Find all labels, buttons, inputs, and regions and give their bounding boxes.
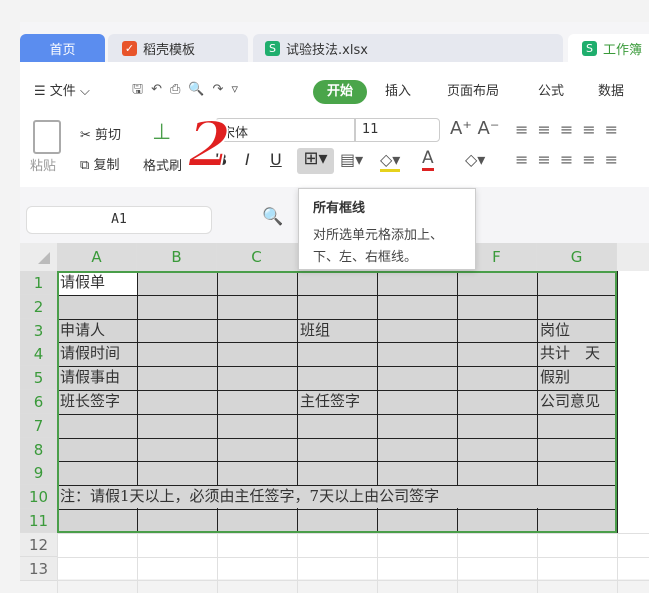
scissors-icon: ✂ <box>80 128 91 143</box>
copy-icon: ⧉ <box>80 158 90 173</box>
cell[interactable]: 班组 <box>297 319 330 343</box>
cell[interactable]: 请假单 <box>57 271 105 295</box>
name-box-value: A1 <box>111 212 127 227</box>
gridline <box>137 532 138 593</box>
font-color-button[interactable]: A <box>422 148 434 171</box>
tab-label: 首页 <box>49 42 76 58</box>
row-header[interactable]: 10 <box>20 485 57 510</box>
column-header[interactable]: G <box>537 243 617 271</box>
tab-daoke[interactable]: ✓ 稻壳模板 <box>108 34 248 62</box>
column-header[interactable]: A <box>57 243 137 271</box>
column-header[interactable]: B <box>137 243 217 271</box>
select-all-icon[interactable] <box>38 252 50 264</box>
cell[interactable]: 班长签字 <box>57 390 120 414</box>
cell[interactable]: 公司意见 <box>537 390 600 414</box>
border-line <box>617 271 618 533</box>
tooltip-body: 对所选单元格添加上、 <box>313 228 444 243</box>
row-header[interactable]: 12 <box>20 533 57 557</box>
copy-button[interactable]: ⧉ 复制 <box>80 154 119 173</box>
format-painter-icon[interactable]: ⊥ <box>152 120 171 145</box>
gridline <box>57 532 649 534</box>
s-icon: S <box>265 40 280 56</box>
copy-label: 复制 <box>93 158 120 173</box>
tooltip-title: 所有框线 <box>313 201 366 216</box>
cut-button[interactable]: ✂ 剪切 <box>80 124 121 143</box>
tab-insert[interactable]: 插入 <box>385 80 411 99</box>
cut-label: 剪切 <box>95 128 122 143</box>
fill-color-button[interactable]: ◇▾ <box>380 150 401 172</box>
cell[interactable]: 请假事由 <box>57 366 120 390</box>
tab-data[interactable]: 数据 <box>598 80 624 99</box>
gridline <box>57 556 649 558</box>
row-header[interactable]: 2 <box>20 294 57 319</box>
tab-label: 稻壳模板 <box>143 42 196 58</box>
cell[interactable]: 主任签字 <box>297 390 360 414</box>
tab-start[interactable]: 开始 <box>313 80 367 104</box>
row-header[interactable]: 13 <box>20 557 57 581</box>
row-header[interactable]: 6 <box>20 390 57 414</box>
file-label: 文件 <box>49 84 76 99</box>
daoke-icon: ✓ <box>122 40 137 56</box>
zoom-icon[interactable]: 🔍 <box>262 207 283 227</box>
paste-button[interactable]: 粘贴 <box>30 155 56 174</box>
paste-icon[interactable] <box>33 120 61 154</box>
clear-button[interactable]: ◇▾ <box>465 150 485 169</box>
tab-label: 试验技法.xlsx <box>286 42 368 58</box>
gridline <box>217 532 218 593</box>
cell[interactable]: 岗位 <box>537 319 570 343</box>
font-grow-shrink[interactable]: A⁺ A⁻ <box>450 118 499 139</box>
tooltip: 所有框线 对所选单元格添加上、 下、左、右框线。 <box>298 188 476 270</box>
tab-page-layout[interactable]: 页面布局 <box>447 80 499 99</box>
tab-label: 工作簿 <box>603 42 643 58</box>
font-size-value: 11 <box>362 122 379 137</box>
name-box[interactable]: A1 <box>26 206 212 234</box>
cell[interactable]: 请假时间 <box>57 342 120 366</box>
s-icon: S <box>582 40 597 56</box>
row-header[interactable]: 4 <box>20 342 57 367</box>
gridline <box>457 532 458 593</box>
file-menu[interactable]: ☰ 文件 ⌵ <box>34 80 90 99</box>
align-buttons-2[interactable]: ≡≡≡≡≡ <box>515 150 627 169</box>
row-header[interactable]: 8 <box>20 437 57 462</box>
quick-access[interactable]: 🖫↶⎙🔍↷▿ <box>132 80 246 102</box>
format-painter-button[interactable]: 格式刷 <box>143 155 182 174</box>
tooltip-body: 下、左、右框线。 <box>313 250 418 265</box>
italic-button[interactable]: I <box>245 150 250 169</box>
gridline <box>297 532 298 593</box>
tab-home[interactable]: 首页 <box>20 34 105 62</box>
row-header[interactable]: 5 <box>20 366 57 391</box>
font-select[interactable]: 宋体 <box>215 118 355 142</box>
cell[interactable]: 注：请假1天以上，必须由主任签字，7天以上由公司签字 <box>57 485 439 509</box>
cell[interactable]: 申请人 <box>57 319 105 343</box>
row-header[interactable]: 9 <box>20 461 57 486</box>
row-header[interactable]: 7 <box>20 413 57 438</box>
gridline <box>377 532 378 593</box>
row-header[interactable]: 3 <box>20 318 57 343</box>
underline-button[interactable]: U <box>270 150 282 169</box>
tab-workbook[interactable]: S 工作簿 <box>568 34 649 62</box>
align-buttons[interactable]: ≡≡≡≡≡ <box>515 120 627 139</box>
cell[interactable]: 假别 <box>537 366 570 390</box>
step-annotation: 2 <box>187 107 232 182</box>
all-borders-button[interactable]: ⊞▾ <box>297 148 334 174</box>
cell-style-button[interactable]: ▤▾ <box>340 150 363 169</box>
column-header[interactable]: C <box>217 243 297 271</box>
cell[interactable]: 共计 天 <box>537 342 600 366</box>
row-header[interactable]: 11 <box>20 509 57 533</box>
gridline <box>57 580 649 582</box>
font-size-select[interactable]: 11 <box>355 118 440 142</box>
tab-file[interactable]: S 试验技法.xlsx <box>253 34 563 62</box>
row-header[interactable]: 1 <box>20 271 57 295</box>
gridline <box>617 532 618 593</box>
tab-formula[interactable]: 公式 <box>538 80 564 99</box>
gridline <box>57 532 58 593</box>
gridline <box>537 532 538 593</box>
